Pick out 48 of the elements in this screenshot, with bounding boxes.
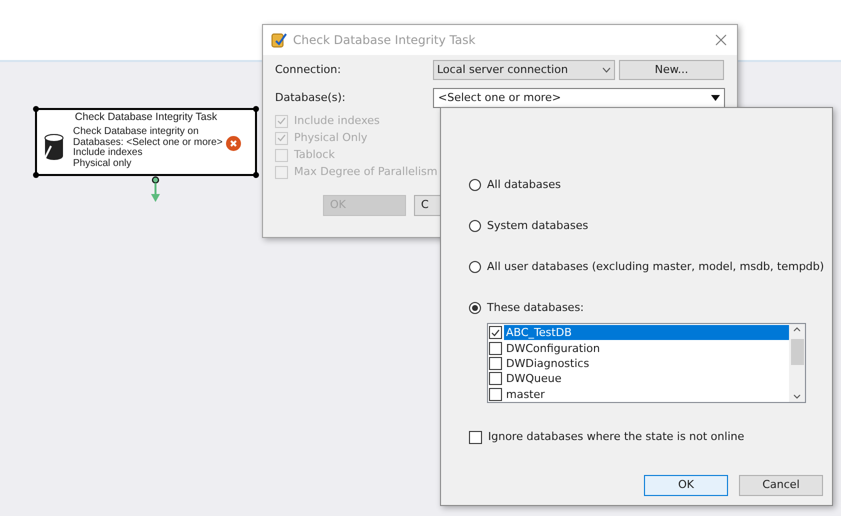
checkbox[interactable] <box>489 388 502 401</box>
task-description-line: Databases: <Select one or more> <box>73 138 223 148</box>
radio-button[interactable] <box>469 179 481 191</box>
task-description-line: Check Database integrity on <box>73 127 200 138</box>
task-title: Check Database Integrity Task <box>74 111 218 124</box>
option-label: Include indexes <box>294 112 380 129</box>
database-list-item[interactable]: DWConfiguration <box>504 340 789 356</box>
task-icon <box>271 32 287 48</box>
task-description-line: Physical only <box>73 158 132 169</box>
check-icon <box>491 328 500 337</box>
database-list-item[interactable]: master <box>504 386 789 402</box>
scroll-down-icon[interactable] <box>793 394 801 399</box>
radio-label: System databases <box>487 218 588 234</box>
new-button[interactable]: New... <box>619 60 724 80</box>
option-label: Physical Only <box>294 130 368 146</box>
close-icon[interactable] <box>715 34 727 46</box>
checkbox[interactable] <box>489 372 502 386</box>
radio-button[interactable] <box>469 220 481 232</box>
connection-label: Connection: <box>275 62 342 78</box>
dropdown-arrow-icon <box>711 95 720 101</box>
popup-button[interactable]: Cancel <box>739 474 823 496</box>
databases-dropdown[interactable]: <Select one or more> <box>433 88 725 108</box>
database-list-item[interactable]: DWDiagnostics <box>504 356 789 372</box>
radio-button[interactable] <box>469 302 481 314</box>
radio-label: These databases: <box>487 300 584 316</box>
databases-label: Database(s): <box>275 90 347 106</box>
task-node[interactable]: Check Database Integrity Task Check Database integrity on Databases: <Select one or more> Include indexes Physical only <box>35 108 257 176</box>
scroll-up-icon[interactable] <box>793 327 801 332</box>
ignore-offline-label: Ignore databases where the state is not online <box>488 429 744 445</box>
option-label: Tablock <box>294 146 335 163</box>
task-description-line: Include indexes <box>73 148 144 158</box>
scrollbar[interactable] <box>789 324 805 402</box>
database-list-item[interactable]: DWQueue <box>504 371 789 386</box>
scroll-thumb[interactable] <box>790 339 804 365</box>
popup-button[interactable]: OK <box>644 474 728 496</box>
checkbox[interactable] <box>469 430 482 444</box>
checkbox[interactable] <box>489 326 502 340</box>
dialog-title: Check Database Integrity Task <box>293 32 476 49</box>
chevron-down-icon <box>602 67 611 73</box>
connector-arrow[interactable] <box>150 176 161 203</box>
connection-dropdown[interactable]: Local server connection <box>433 60 615 80</box>
database-list-item[interactable]: ABC_TestDB <box>504 325 789 340</box>
checkbox[interactable] <box>489 357 502 370</box>
radio-button[interactable] <box>469 261 481 273</box>
radio-label: All databases <box>487 176 561 193</box>
radio-label: All user databases (excluding master, model, msdb, tempdb) <box>487 258 824 275</box>
checkbox[interactable] <box>489 342 502 355</box>
option-label: Max Degree of Parallelism <box>294 164 438 180</box>
